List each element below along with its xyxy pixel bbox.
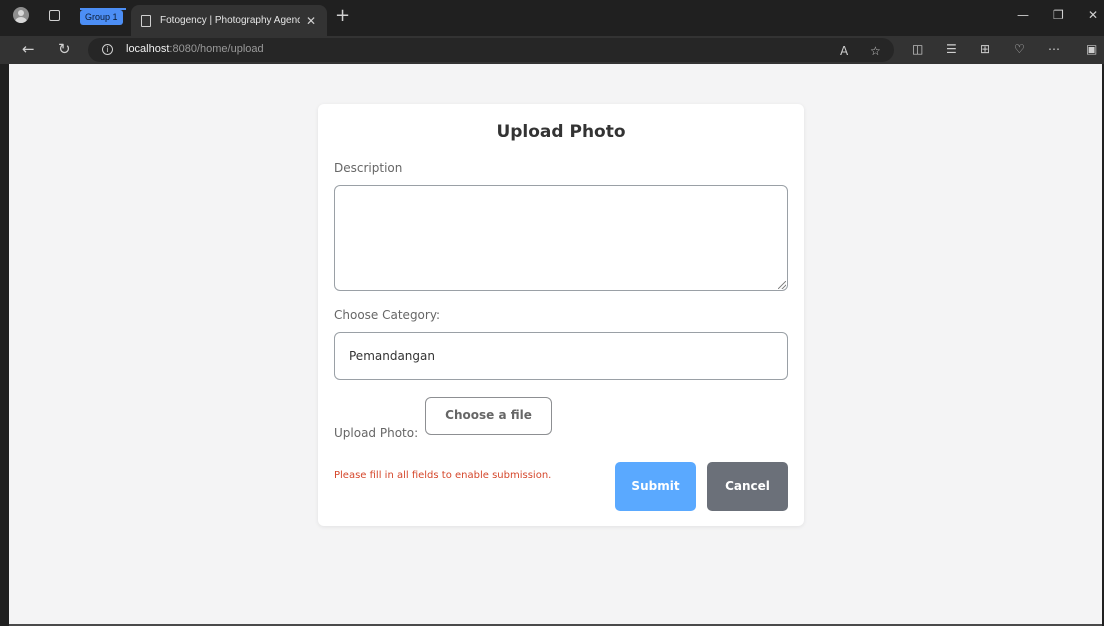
tab-title: Fotogency | Photography Agency (160, 15, 300, 26)
submit-button[interactable]: Submit (615, 462, 696, 511)
description-input[interactable] (334, 185, 788, 291)
description-label: Description (334, 161, 403, 175)
upload-photo-label: Upload Photo: (334, 426, 419, 440)
category-selected-value: Pemandangan (349, 349, 435, 363)
split-screen-icon[interactable]: ◫ (912, 42, 923, 56)
favorites-icon[interactable]: ☰ (946, 42, 957, 56)
url-host: localhost (126, 43, 170, 55)
close-tab-icon[interactable]: ✕ (306, 14, 316, 28)
resize-handle-icon[interactable] (778, 281, 786, 289)
new-tab-icon[interactable]: + (335, 7, 350, 25)
cancel-button[interactable]: Cancel (707, 462, 788, 511)
more-menu-icon[interactable]: ⋯ (1048, 42, 1060, 56)
url-path: :8080/home/upload (169, 43, 264, 55)
browser-tab-strip: Group 1 Fotogency | Photography Agency ✕… (0, 0, 1104, 36)
address-bar[interactable]: i localhost:8080/home/upload A ☆ (88, 38, 894, 62)
choose-file-button[interactable]: Choose a file (425, 397, 552, 435)
url-text: localhost:8080/home/upload (126, 43, 264, 55)
site-info-icon[interactable]: i (102, 44, 113, 55)
upload-form-card: Upload Photo Description Choose Category… (318, 104, 804, 526)
reload-icon[interactable]: ↻ (58, 40, 71, 58)
tab-actions-icon[interactable] (49, 10, 60, 21)
category-label: Choose Category: (334, 308, 441, 322)
tab-group-label[interactable]: Group 1 (80, 10, 123, 25)
page-viewport: Upload Photo Description Choose Category… (9, 64, 1102, 624)
browser-toolbar: ← ↻ i localhost:8080/home/upload A ☆ ◫ ☰… (0, 36, 1104, 64)
validation-hint: Please fill in all fields to enable subm… (334, 470, 552, 481)
profile-avatar-icon[interactable] (13, 7, 29, 23)
sidebar-icon[interactable]: ▣ (1086, 42, 1097, 56)
window-close-icon[interactable]: ✕ (1088, 8, 1098, 22)
active-tab[interactable]: Fotogency | Photography Agency ✕ (131, 5, 327, 36)
browser-essentials-icon[interactable]: ♡ (1014, 42, 1025, 56)
page-icon (141, 14, 151, 27)
back-icon[interactable]: ← (22, 40, 35, 58)
read-aloud-icon[interactable]: A (840, 44, 848, 58)
restore-icon[interactable]: ❐ (1053, 8, 1064, 22)
favorite-star-icon[interactable]: ☆ (870, 44, 881, 58)
minimize-icon[interactable]: — (1017, 8, 1029, 22)
collections-icon[interactable]: ⊞ (980, 42, 990, 56)
page-title: Upload Photo (496, 122, 626, 142)
category-select[interactable]: Pemandangan (334, 332, 788, 380)
